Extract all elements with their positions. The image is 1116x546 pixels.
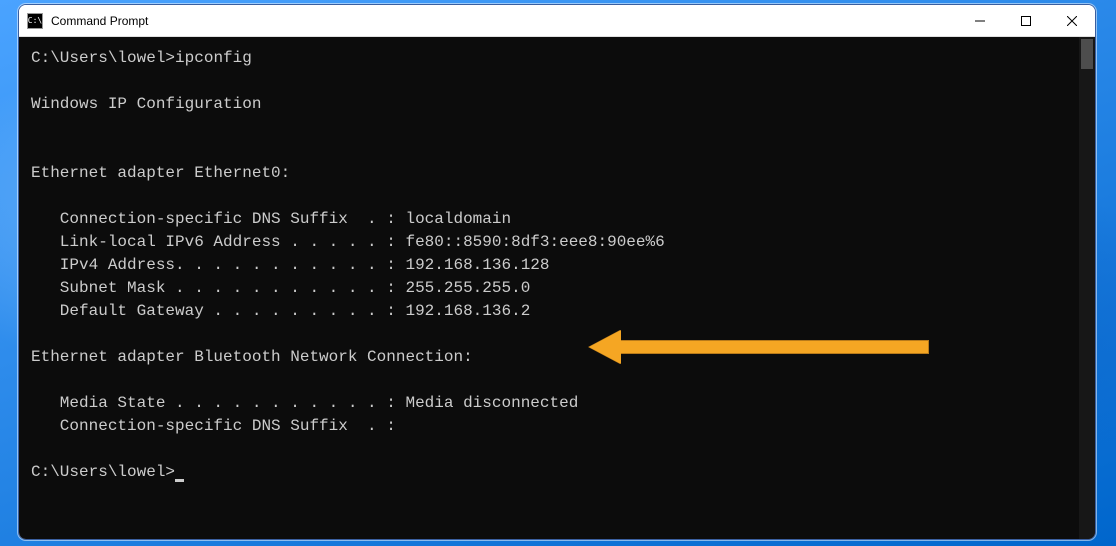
ipv6-label: Link-local IPv6 Address . . . . . :	[31, 233, 405, 251]
maximize-button[interactable]	[1003, 5, 1049, 36]
ipv4-label: IPv4 Address. . . . . . . . . . . :	[31, 256, 405, 274]
media-state-value: Media disconnected	[405, 394, 578, 412]
output-header: Windows IP Configuration	[31, 95, 261, 113]
arrow-head-icon	[589, 330, 621, 364]
close-icon	[1067, 16, 1077, 26]
prompt: C:\Users\lowel>	[31, 49, 175, 67]
adapter-name: Ethernet adapter Ethernet0:	[31, 164, 290, 182]
command-prompt-window: C:\ Command Prompt C:\Users\lowel>ipconf…	[18, 4, 1096, 540]
adapter-name: Ethernet adapter Bluetooth Network Conne…	[31, 348, 473, 366]
cmd-icon: C:\	[27, 13, 43, 29]
dns-suffix-label: Connection-specific DNS Suffix . :	[31, 417, 396, 435]
terminal-output[interactable]: C:\Users\lowel>ipconfig Windows IP Confi…	[19, 37, 1095, 539]
prompt: C:\Users\lowel>	[31, 463, 175, 481]
gateway-value: 192.168.136.2	[405, 302, 530, 320]
ipv4-value: 192.168.136.128	[405, 256, 549, 274]
maximize-icon	[1021, 16, 1031, 26]
minimize-button[interactable]	[957, 5, 1003, 36]
cursor	[175, 479, 184, 482]
dns-suffix-value: localdomain	[405, 210, 511, 228]
window-titlebar[interactable]: C:\ Command Prompt	[19, 5, 1095, 37]
media-state-label: Media State . . . . . . . . . . . :	[31, 394, 405, 412]
gateway-label: Default Gateway . . . . . . . . . :	[31, 302, 405, 320]
scrollbar-thumb[interactable]	[1081, 39, 1093, 69]
highlight-arrow	[589, 335, 647, 427]
dns-suffix-label: Connection-specific DNS Suffix . :	[31, 210, 405, 228]
window-title: Command Prompt	[51, 14, 957, 28]
command: ipconfig	[175, 49, 252, 67]
terminal-scrollbar[interactable]	[1079, 37, 1095, 539]
minimize-icon	[975, 16, 985, 26]
subnet-mask-label: Subnet Mask . . . . . . . . . . . :	[31, 279, 405, 297]
subnet-mask-value: 255.255.255.0	[405, 279, 530, 297]
close-button[interactable]	[1049, 5, 1095, 36]
window-controls	[957, 5, 1095, 36]
arrow-shaft	[619, 340, 929, 354]
ipv6-value: fe80::8590:8df3:eee8:90ee%6	[405, 233, 664, 251]
